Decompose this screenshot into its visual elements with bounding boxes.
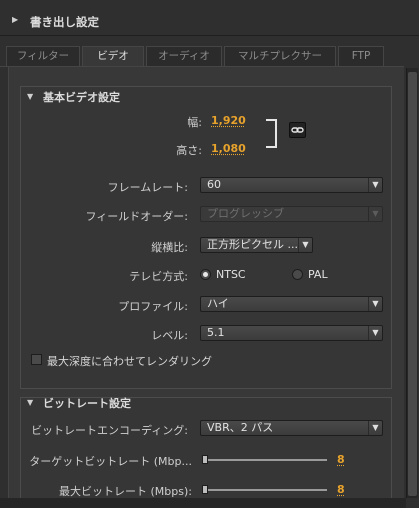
export-settings-title: 書き出し設定 [30, 15, 99, 29]
level-value: 5.1 [207, 326, 225, 339]
bitrate-encoding-select[interactable]: VBR、2 パス ▼ [200, 420, 383, 436]
tab-ftp[interactable]: FTP [338, 46, 384, 66]
dropdown-arrow-icon: ▼ [368, 297, 382, 311]
aspect-select[interactable]: 正方形ピクセル ... ▼ [200, 237, 313, 253]
max-bitrate-slider-thumb[interactable] [202, 485, 208, 494]
level-select[interactable]: 5.1 ▼ [200, 325, 383, 341]
height-value[interactable]: 1,080 [211, 142, 246, 155]
dropdown-arrow-icon: ▼ [368, 178, 382, 192]
tab-filter[interactable]: フィルター [6, 46, 80, 66]
profile-label: プロファイル: [118, 300, 188, 313]
dropdown-arrow-icon: ▼ [368, 326, 382, 340]
level-label: レベル: [151, 329, 188, 342]
collapse-triangle-icon[interactable]: ▼ [27, 92, 33, 101]
width-label: 幅: [187, 116, 202, 129]
ntsc-label[interactable]: NTSC [216, 268, 246, 281]
profile-select[interactable]: ハイ ▼ [200, 296, 383, 312]
tv-standard-label: テレビ方式: [129, 270, 188, 283]
bitrate-encoding-label: ビットレートエンコーディング: [31, 424, 188, 437]
tab-label: FTP [351, 50, 371, 62]
max-depth-label[interactable]: 最大深度に合わせてレンダリング [47, 353, 212, 369]
dropdown-arrow-icon: ▼ [298, 238, 312, 252]
bitrate-settings-title: ビットレート設定 [43, 397, 131, 410]
aspect-label: 縦横比: [151, 241, 188, 254]
profile-value: ハイ [207, 297, 229, 310]
ntsc-radio[interactable] [200, 269, 211, 280]
max-depth-checkbox[interactable] [31, 354, 42, 365]
height-label: 高さ: [176, 144, 202, 157]
frame-rate-value: 60 [207, 178, 221, 191]
pal-radio[interactable] [292, 269, 303, 280]
target-bitrate-slider-thumb[interactable] [202, 455, 208, 464]
dropdown-arrow-icon: ▼ [368, 207, 382, 221]
frame-rate-label: フレームレート: [107, 181, 188, 194]
field-order-value: プログレッシブ [207, 207, 284, 220]
horizontal-scrollbar[interactable] [0, 498, 406, 508]
vertical-scrollbar-thumb[interactable] [408, 72, 417, 496]
max-bitrate-value[interactable]: 8 [337, 483, 345, 496]
bitrate-encoding-value: VBR、2 パス [207, 421, 274, 434]
target-bitrate-slider-track[interactable] [203, 459, 327, 461]
tab-label: マルチプレクサー [238, 50, 322, 62]
dropdown-arrow-icon: ▼ [368, 421, 382, 435]
max-bitrate-label: 最大ビットレート (Mbps): [59, 485, 192, 498]
export-settings-header[interactable]: ▶ 書き出し設定 [0, 10, 419, 34]
tab-label: ビデオ [97, 50, 129, 62]
tab-label: フィルター [16, 50, 70, 62]
constrain-proportions-button[interactable] [289, 122, 306, 138]
tab-label: オーディオ [158, 50, 210, 62]
chain-link-icon [291, 127, 304, 133]
field-order-label: フィールドオーダー: [85, 210, 189, 223]
tab-multiplexer[interactable]: マルチプレクサー [224, 46, 336, 66]
tab-audio[interactable]: オーディオ [146, 46, 222, 66]
header-divider [0, 35, 419, 36]
width-value[interactable]: 1,920 [211, 114, 246, 127]
target-bitrate-label: ターゲットビットレート (Mbp... [29, 455, 192, 468]
collapse-triangle-icon[interactable]: ▼ [27, 398, 33, 407]
pal-label[interactable]: PAL [308, 268, 328, 281]
aspect-link-bracket [266, 119, 277, 148]
target-bitrate-value[interactable]: 8 [337, 453, 345, 466]
field-order-select[interactable]: プログレッシブ ▼ [200, 206, 383, 222]
frame-rate-select[interactable]: 60 ▼ [200, 177, 383, 193]
max-bitrate-slider-track[interactable] [203, 489, 327, 491]
expand-triangle-icon[interactable]: ▶ [12, 15, 18, 24]
basic-video-settings-title: 基本ビデオ設定 [43, 91, 120, 104]
tab-video[interactable]: ビデオ [82, 46, 144, 67]
aspect-value: 正方形ピクセル ... [207, 238, 298, 251]
